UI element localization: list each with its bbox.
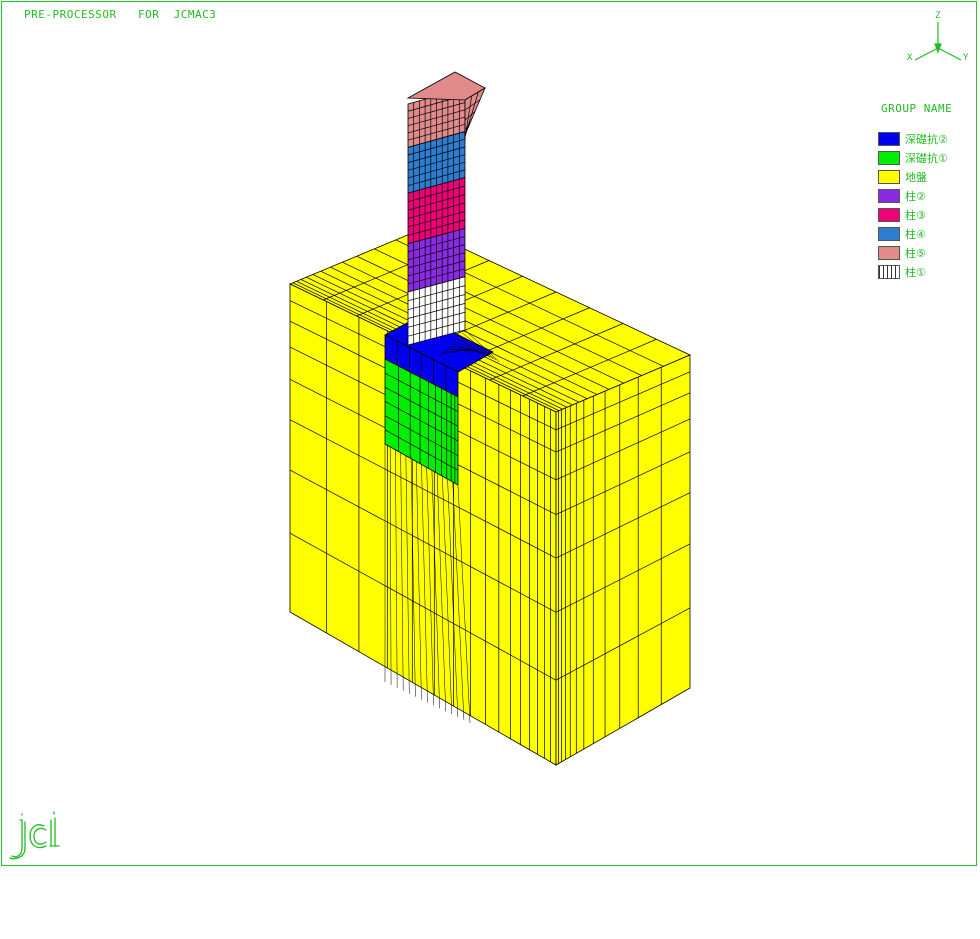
ground-block: [289, 228, 691, 766]
fe-mesh-view[interactable]: [0, 0, 980, 939]
jci-logo: [9, 811, 60, 860]
